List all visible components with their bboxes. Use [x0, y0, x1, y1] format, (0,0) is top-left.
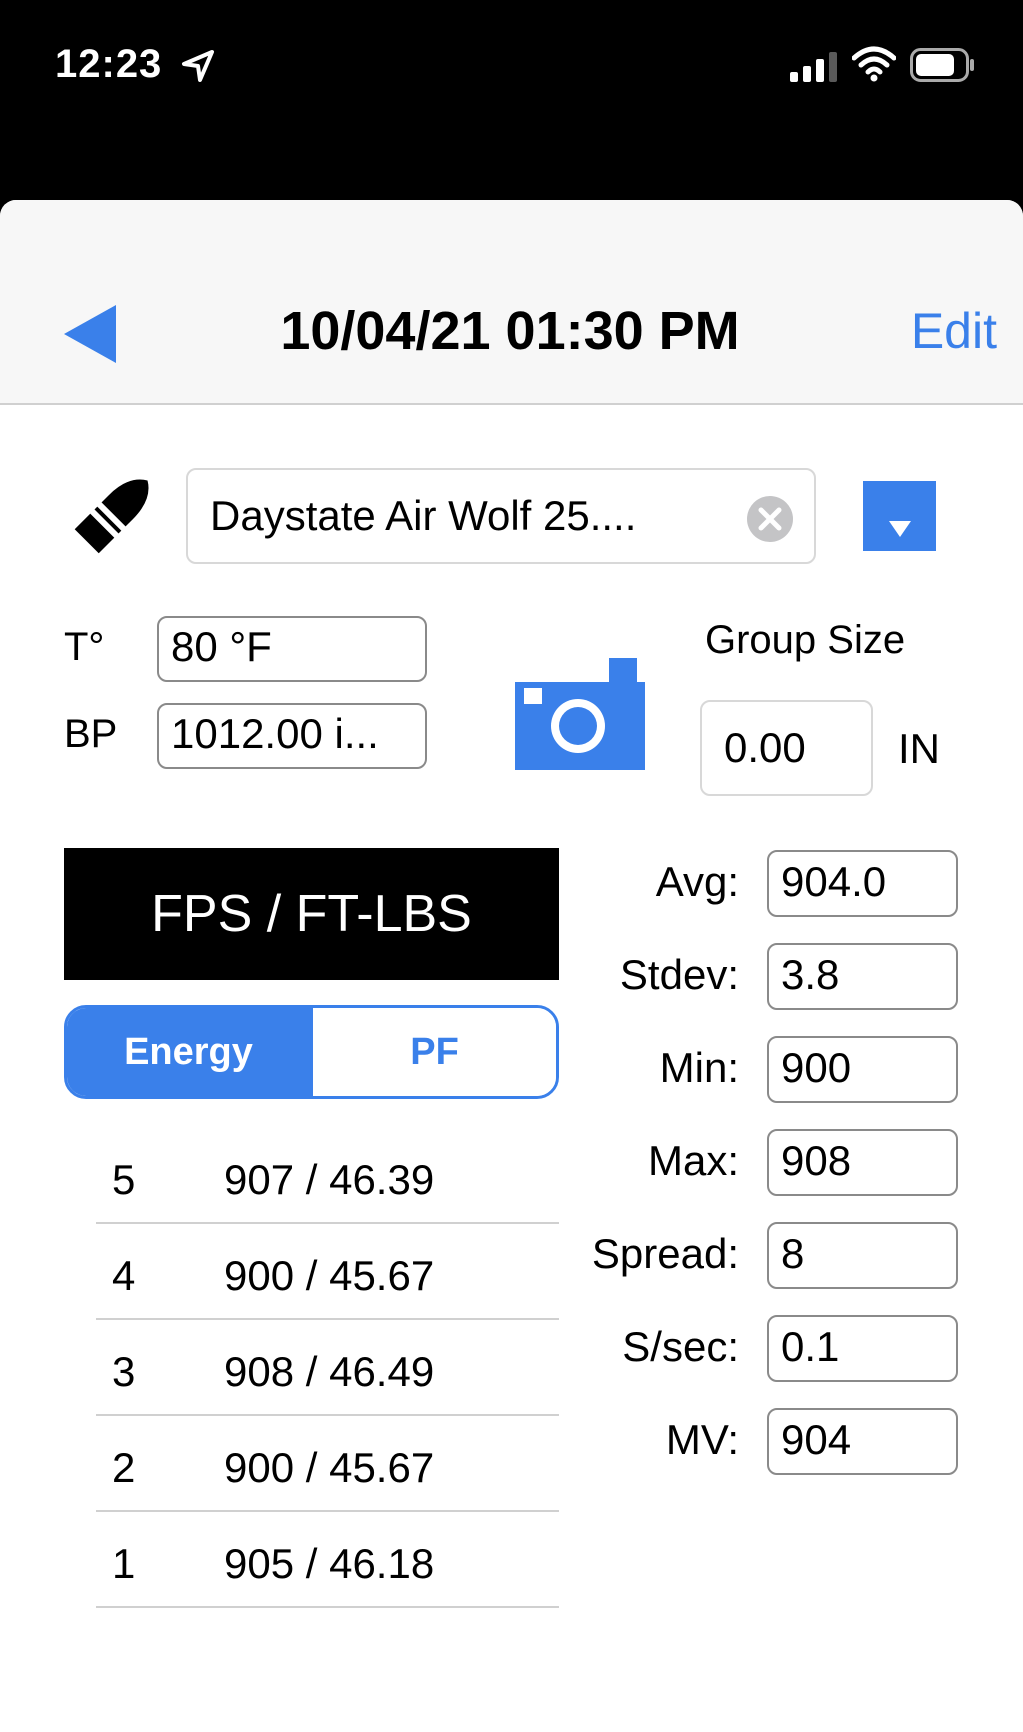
stat-label-stdev: Stdev:: [619, 951, 739, 998]
stat-label-avg: Avg:: [655, 858, 739, 905]
list-item[interactable]: 2 900 / 45.67: [96, 1416, 559, 1512]
group-size-field[interactable]: 0.00: [700, 700, 873, 796]
chevron-down-icon: [889, 521, 911, 537]
stat-value-spread: 8: [767, 1222, 958, 1289]
shot-value: 908 / 46.49: [224, 1348, 435, 1395]
list-item[interactable]: 5 907 / 46.39: [96, 1128, 559, 1224]
pressure-field[interactable]: 1012.00 i...: [157, 703, 427, 769]
list-item[interactable]: 3 908 / 46.49: [96, 1320, 559, 1416]
navigation-bar: 10/04/21 01:30 PM Edit: [0, 200, 1023, 405]
pressure-label: BP: [64, 712, 118, 756]
stat-label-mv: MV:: [665, 1416, 739, 1463]
stat-value-stdev: 3.8: [767, 943, 958, 1010]
stat-label-shots-per-sec: S/sec:: [622, 1323, 739, 1370]
stat-label-min: Min:: [659, 1044, 739, 1091]
battery-icon: [910, 48, 974, 82]
location-arrow-icon: [182, 50, 214, 82]
camera-icon[interactable]: [515, 658, 645, 770]
stat-value-avg: 904.0: [767, 850, 958, 917]
list-item[interactable]: 1 905 / 46.18: [96, 1512, 559, 1608]
shot-number: 3: [112, 1348, 136, 1395]
edit-button[interactable]: Edit: [911, 302, 997, 360]
temperature-field[interactable]: 80 °F: [157, 616, 427, 682]
stat-label-max: Max:: [647, 1137, 739, 1184]
back-arrow-icon[interactable]: [62, 303, 118, 365]
shot-list: 5 907 / 46.39 4 900 / 45.67 3 908 / 46.4…: [96, 1128, 559, 1608]
page-title: 10/04/21 01:30 PM: [280, 301, 740, 361]
gun-select-field[interactable]: Daystate Air Wolf 25....: [186, 468, 816, 564]
shot-number: 4: [112, 1252, 136, 1299]
shot-value: 900 / 45.67: [224, 1252, 435, 1299]
shot-value: 905 / 46.18: [224, 1540, 435, 1587]
gun-name: Daystate Air Wolf 25....: [210, 492, 637, 539]
clear-icon[interactable]: [746, 495, 794, 543]
cell-signal-icon: [790, 52, 837, 82]
list-item[interactable]: 4 900 / 45.67: [96, 1224, 559, 1320]
units-header: FPS / FT-LBS: [64, 848, 559, 980]
wifi-icon: [852, 46, 896, 82]
stat-value-shots-per-sec: 0.1: [767, 1315, 958, 1382]
group-size-label: Group Size: [705, 618, 906, 662]
stat-value-max: 908: [767, 1129, 958, 1196]
shot-number: 1: [112, 1540, 136, 1587]
bullet-icon: [74, 479, 149, 554]
stat-value-min: 900: [767, 1036, 958, 1103]
stat-value-mv: 904: [767, 1408, 958, 1475]
shot-number: 5: [112, 1156, 136, 1203]
gun-dropdown-button[interactable]: [863, 481, 936, 551]
session-sheet: 10/04/21 01:30 PM Edit Daystate Air Wolf…: [0, 200, 1023, 1732]
stat-label-spread: Spread:: [591, 1230, 739, 1277]
shot-value: 900 / 45.67: [224, 1444, 435, 1491]
shot-number: 2: [112, 1444, 136, 1491]
status-bar: 12:23: [0, 0, 1023, 200]
shot-value: 907 / 46.39: [224, 1156, 435, 1203]
temperature-label: T°: [64, 625, 105, 669]
segment-pf[interactable]: PF: [310, 1008, 556, 1096]
group-size-unit: IN: [898, 725, 940, 772]
status-time: 12:23: [55, 42, 163, 86]
energy-pf-segmented-control: Energy PF: [64, 1005, 559, 1099]
segment-energy[interactable]: Energy: [67, 1008, 310, 1096]
